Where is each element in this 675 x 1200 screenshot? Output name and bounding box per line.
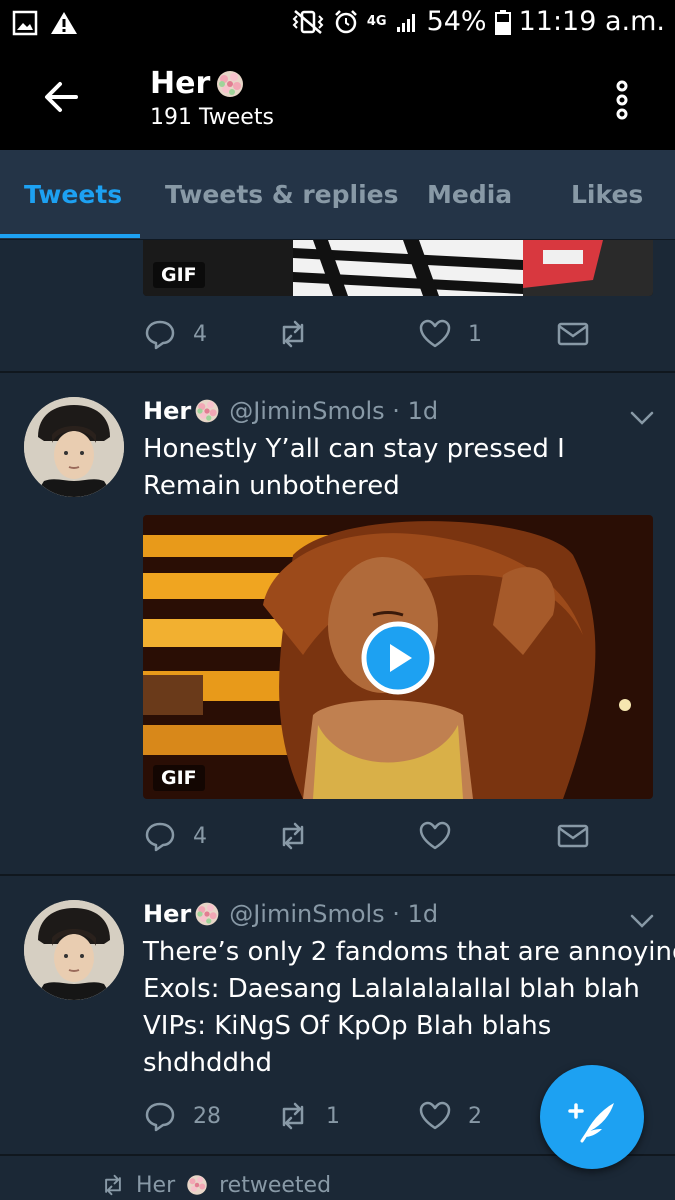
- tweet-gif-media[interactable]: GIF: [143, 240, 653, 296]
- profile-header: Her 191 Tweets: [0, 48, 675, 150]
- retweet-count: 1: [326, 1103, 340, 1129]
- heart-icon: [419, 319, 451, 348]
- tweet-timeline[interactable]: GIF 4 1 Her @JiminSmols · 1d Honestly Y’…: [0, 240, 675, 1200]
- signal-icon: [396, 13, 415, 32]
- tweet-text-line: VIPs: KiNgS Of KpOp Blah blahs: [143, 1011, 552, 1041]
- tweet-text-line: There’s only 2 fandoms that are annoying: [143, 937, 675, 967]
- gif-thumbnail: [143, 240, 653, 296]
- tweet-actions: 28 1 2: [143, 1099, 603, 1139]
- like-count: 2: [468, 1103, 482, 1129]
- author-handle-and-time: @JiminSmols · 1d: [229, 900, 439, 928]
- status-bar: 4G 54% 11:19 a.m.: [0, 0, 675, 48]
- tweet-item[interactable]: GIF 4 1: [0, 240, 675, 373]
- author-handle-and-time: @JiminSmols · 1d: [229, 397, 439, 425]
- like-button[interactable]: [418, 819, 468, 853]
- gif-badge: GIF: [153, 262, 205, 288]
- author-name[interactable]: Her: [143, 397, 191, 425]
- profile-tabs: Tweets Tweets & replies Media Likes: [0, 150, 675, 240]
- reply-button[interactable]: 28: [143, 1099, 221, 1133]
- retweet-button[interactable]: 1: [276, 1099, 340, 1133]
- flower-emoji-icon: [195, 902, 219, 926]
- direct-message-button[interactable]: [556, 317, 590, 351]
- chevron-down-icon[interactable]: [628, 409, 656, 427]
- tweet-text: Honestly Y’all can stay pressed I Remain…: [143, 434, 565, 501]
- tweet-item[interactable]: Her @JiminSmols · 1d Honestly Y’all can …: [0, 373, 675, 876]
- avatar-image: [24, 397, 124, 497]
- retweeter-name[interactable]: Her: [136, 1173, 175, 1198]
- reply-button[interactable]: 4: [143, 317, 207, 351]
- tab-tweets[interactable]: Tweets: [24, 180, 122, 209]
- tweet-count: 191 Tweets: [150, 105, 274, 130]
- retweeted-label: retweeted: [219, 1172, 332, 1198]
- reply-count: 4: [193, 823, 207, 849]
- retweet-icon: [282, 1102, 304, 1130]
- compose-tweet-button[interactable]: [540, 1065, 644, 1169]
- retweet-button[interactable]: [276, 819, 326, 853]
- tweet-actions: 4: [143, 819, 603, 859]
- heart-icon: [419, 821, 451, 850]
- like-count: 1: [468, 321, 482, 347]
- direct-message-button[interactable]: [556, 819, 590, 853]
- network-type: 4G: [366, 14, 387, 29]
- profile-name: Her: [150, 66, 246, 101]
- like-button[interactable]: 2: [418, 1099, 482, 1133]
- compose-feather-icon: [568, 1103, 614, 1143]
- retweet-button[interactable]: [276, 317, 326, 351]
- gallery-notification-icon: [12, 10, 38, 36]
- tweet-text-line: Exols: Daesang Lalalalalallal blah blah: [143, 974, 640, 1004]
- retweet-icon: [105, 1174, 121, 1196]
- battery-icon: [494, 9, 511, 35]
- vibrate-icon: [292, 9, 324, 34]
- tab-tweets-and-replies[interactable]: Tweets & replies: [165, 180, 399, 209]
- author-name[interactable]: Her: [143, 900, 191, 928]
- more-options-icon[interactable]: [612, 80, 632, 120]
- tweet-gif-media[interactable]: GIF: [143, 515, 653, 799]
- retweeted-banner: Her retweeted: [100, 1172, 331, 1198]
- avatar[interactable]: [24, 397, 124, 497]
- like-button[interactable]: 1: [418, 317, 482, 351]
- reply-button[interactable]: 4: [143, 819, 207, 853]
- flower-emoji-icon: [187, 1175, 207, 1195]
- back-arrow-icon[interactable]: [40, 76, 82, 118]
- alarm-icon: [334, 9, 357, 33]
- tab-likes[interactable]: Likes: [571, 180, 643, 209]
- retweet-icon: [282, 320, 304, 348]
- tweet-header: Her @JiminSmols · 1d: [143, 900, 438, 928]
- retweet-icon: [282, 822, 304, 850]
- envelope-icon: [557, 322, 589, 346]
- battery-percent: 54%: [426, 6, 487, 37]
- avatar[interactable]: [24, 900, 124, 1000]
- tweet-text: There’s only 2 fandoms that are annoying…: [143, 934, 675, 1082]
- reply-count: 28: [193, 1103, 221, 1129]
- reply-icon: [145, 320, 175, 350]
- tab-media[interactable]: Media: [427, 180, 512, 209]
- reply-icon: [145, 822, 175, 852]
- avatar-image: [24, 900, 124, 1000]
- warning-icon: [51, 12, 77, 34]
- active-tab-indicator: [0, 234, 140, 238]
- heart-icon: [419, 1101, 451, 1130]
- gif-badge: GIF: [153, 765, 205, 791]
- reply-count: 4: [193, 321, 207, 347]
- tweet-header: Her @JiminSmols · 1d: [143, 397, 438, 425]
- chevron-down-icon[interactable]: [628, 912, 656, 930]
- clock: 11:19 a.m.: [518, 6, 665, 37]
- reply-icon: [145, 1102, 175, 1132]
- flower-emoji-icon: [217, 70, 244, 97]
- tweet-actions: 4 1: [143, 317, 603, 357]
- envelope-icon: [557, 824, 589, 848]
- play-button-icon[interactable]: [361, 621, 435, 695]
- flower-emoji-icon: [195, 399, 219, 423]
- profile-name-text: Her: [150, 66, 211, 101]
